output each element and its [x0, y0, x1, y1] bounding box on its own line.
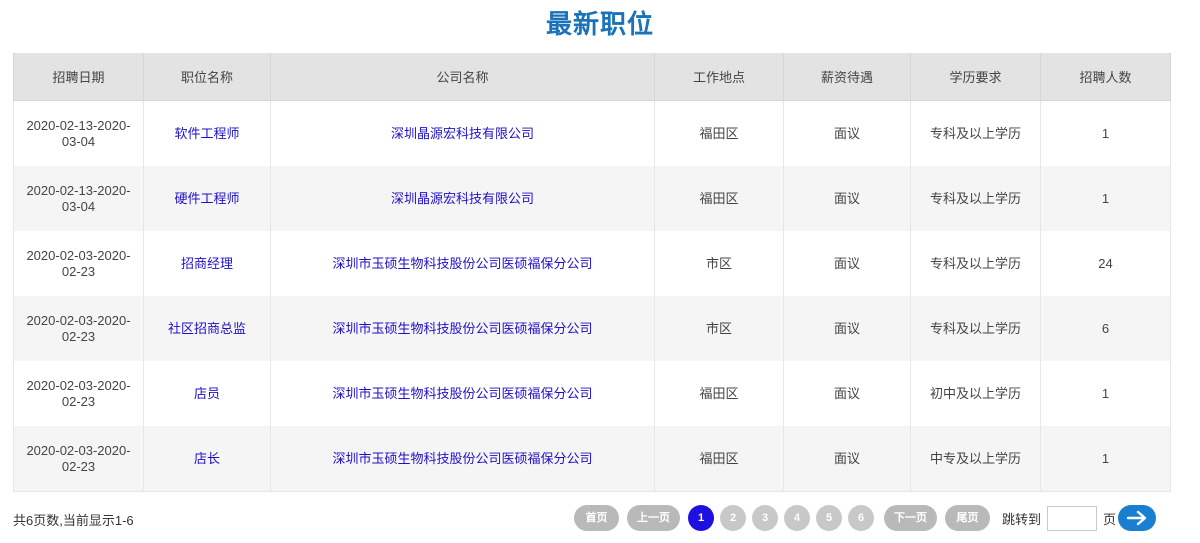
table-row: 2020-02-13-2020-03-04 硬件工程师 深圳晶源宏科技有限公司 …: [13, 166, 1171, 231]
cell-education: 专科及以上学历: [910, 100, 1041, 166]
last-page-button[interactable]: 尾页: [945, 505, 990, 531]
company-link[interactable]: 深圳晶源宏科技有限公司: [391, 126, 534, 141]
table-row: 2020-02-03-2020-02-23 招商经理 深圳市玉硕生物科技股份公司…: [13, 231, 1171, 296]
position-link[interactable]: 硬件工程师: [174, 191, 239, 206]
cell-count: 1: [1040, 166, 1171, 231]
page-4-button[interactable]: 4: [784, 505, 810, 531]
cell-salary: 面议: [783, 166, 911, 231]
cell-salary: 面议: [783, 231, 911, 296]
company-link[interactable]: 深圳市玉硕生物科技股份公司医硕福保分公司: [332, 386, 592, 401]
company-link[interactable]: 深圳市玉硕生物科技股份公司医硕福保分公司: [332, 321, 592, 336]
jump-unit-label: 页: [1103, 511, 1117, 527]
table-row: 2020-02-03-2020-02-23 店员 深圳市玉硕生物科技股份公司医硕…: [13, 361, 1171, 426]
position-link[interactable]: 软件工程师: [174, 126, 239, 141]
cell-education: 初中及以上学历: [910, 361, 1041, 426]
jump-page-input[interactable]: [1047, 505, 1098, 531]
cell-location: 福田区: [654, 100, 784, 166]
position-link[interactable]: 店员: [194, 386, 220, 401]
table-header-row: 招聘日期 职位名称 公司名称 工作地点 薪资待遇 学历要求 招聘人数: [13, 53, 1171, 101]
cell-education: 专科及以上学历: [910, 231, 1041, 296]
company-link[interactable]: 深圳晶源宏科技有限公司: [391, 191, 534, 206]
cell-date: 2020-02-03-2020-02-23: [13, 231, 144, 296]
cell-count: 6: [1040, 296, 1171, 361]
table-row: 2020-02-03-2020-02-23 社区招商总监 深圳市玉硕生物科技股份…: [13, 296, 1171, 361]
page-title: 最新职位: [545, 9, 654, 39]
page-6-button[interactable]: 6: [848, 505, 874, 531]
jobs-table: 招聘日期 职位名称 公司名称 工作地点 薪资待遇 学历要求 招聘人数 2020-…: [13, 53, 1171, 492]
cell-count: 1: [1040, 426, 1171, 492]
page-3-button[interactable]: 3: [752, 505, 778, 531]
cell-salary: 面议: [783, 296, 911, 361]
pagination-summary: 共6页数,当前显示1-6: [13, 513, 134, 528]
arrow-right-icon: [1126, 510, 1147, 526]
cell-count: 1: [1040, 361, 1171, 426]
page-5-button[interactable]: 5: [816, 505, 842, 531]
go-button[interactable]: [1118, 505, 1157, 531]
first-page-button[interactable]: 首页: [574, 505, 619, 531]
cell-salary: 面议: [783, 361, 911, 426]
table-row: 2020-02-13-2020-03-04 软件工程师 深圳晶源宏科技有限公司 …: [13, 100, 1171, 166]
jump-label: 跳转到: [1002, 511, 1042, 527]
position-link[interactable]: 店长: [194, 451, 220, 466]
cell-count: 24: [1040, 231, 1171, 296]
cell-education: 专科及以上学历: [910, 296, 1041, 361]
cell-date: 2020-02-03-2020-02-23: [13, 296, 144, 361]
pagination: 首页 上一页 1 2 3 4 5 6 下一页 尾页 跳转到 页: [574, 505, 1157, 531]
cell-location: 市区: [654, 296, 784, 361]
next-page-button[interactable]: 下一页: [884, 505, 937, 531]
header-company: 公司名称: [270, 53, 655, 101]
header-date: 招聘日期: [13, 53, 144, 101]
cell-salary: 面议: [783, 426, 911, 492]
header-count: 招聘人数: [1040, 53, 1171, 101]
cell-date: 2020-02-03-2020-02-23: [13, 426, 144, 492]
page-2-button[interactable]: 2: [720, 505, 746, 531]
cell-salary: 面议: [783, 100, 911, 166]
position-link[interactable]: 社区招商总监: [168, 321, 246, 336]
table-row: 2020-02-03-2020-02-23 店长 深圳市玉硕生物科技股份公司医硕…: [13, 426, 1171, 492]
header-position: 职位名称: [143, 53, 271, 101]
header-salary: 薪资待遇: [783, 53, 911, 101]
cell-date: 2020-02-13-2020-03-04: [13, 166, 144, 231]
cell-education: 中专及以上学历: [910, 426, 1041, 492]
position-link[interactable]: 招商经理: [181, 256, 233, 271]
cell-location: 福田区: [654, 166, 784, 231]
page-1-button[interactable]: 1: [688, 505, 714, 531]
cell-date: 2020-02-13-2020-03-04: [13, 100, 144, 166]
cell-education: 专科及以上学历: [910, 166, 1041, 231]
prev-page-button[interactable]: 上一页: [627, 505, 680, 531]
cell-date: 2020-02-03-2020-02-23: [13, 361, 144, 426]
cell-location: 福田区: [654, 361, 784, 426]
header-education: 学历要求: [910, 53, 1041, 101]
cell-location: 市区: [654, 231, 784, 296]
header-location: 工作地点: [654, 53, 784, 101]
company-link[interactable]: 深圳市玉硕生物科技股份公司医硕福保分公司: [332, 451, 592, 466]
company-link[interactable]: 深圳市玉硕生物科技股份公司医硕福保分公司: [332, 256, 592, 271]
cell-location: 福田区: [654, 426, 784, 492]
cell-count: 1: [1040, 100, 1171, 166]
